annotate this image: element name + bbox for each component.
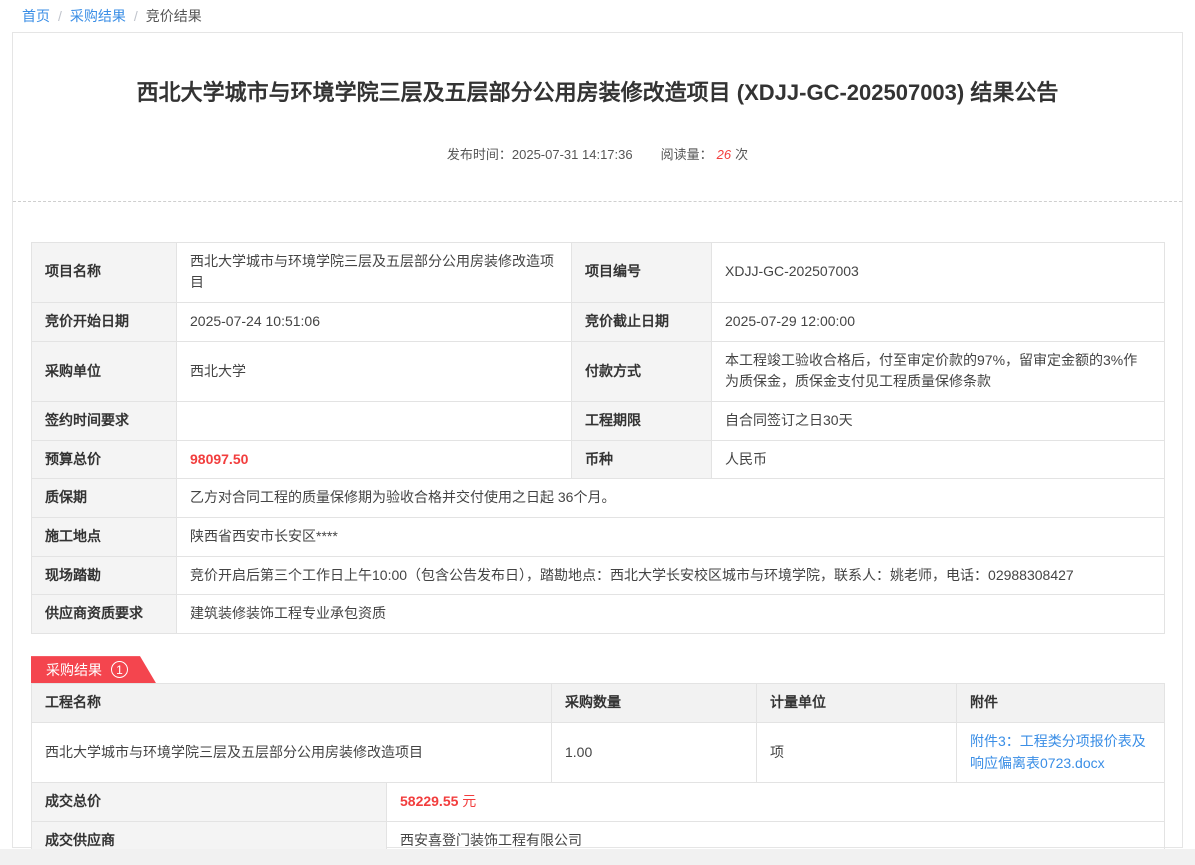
table-row: 签约时间要求 工程期限 自合同签订之日30天 (32, 402, 1165, 441)
header-measure-unit: 计量单位 (757, 684, 957, 723)
views-count: 26 (717, 147, 731, 162)
value-bid-end-date: 2025-07-29 12:00:00 (712, 302, 1165, 341)
budget-total-amount: 98097.50 (190, 451, 248, 467)
value-signing-time-requirement (177, 402, 572, 441)
procurement-result-table: 工程名称 采购数量 计量单位 附件 西北大学城市与环境学院三层及五层部分公用房装… (31, 683, 1165, 783)
value-site-survey: 竞价开启后第三个工作日上午10:00（包含公告发布日），踏勘地点：西北大学长安校… (177, 556, 1165, 595)
label-construction-site: 施工地点 (32, 518, 177, 557)
value-project-number: XDJJ-GC-202507003 (712, 242, 1165, 302)
value-deal-total-price: 58229.55 元 (387, 783, 1165, 822)
label-deal-total-price: 成交总价 (32, 783, 387, 822)
views-unit: 次 (735, 147, 748, 162)
procurement-result-badge: 采购结果 1 (31, 656, 156, 683)
project-info-table: 项目名称 西北大学城市与环境学院三层及五层部分公用房装修改造项目 项目编号 XD… (31, 242, 1165, 635)
label-budget-total: 预算总价 (32, 440, 177, 479)
deal-price-unit: 元 (462, 793, 476, 809)
attachment-download-link[interactable]: 附件3：工程类分项报价表及响应偏离表0723.docx (970, 733, 1146, 771)
table-row: 质保期 乙方对合同工程的质量保修期为验收合格并交付使用之日起 36个月。 (32, 479, 1165, 518)
label-purchasing-unit: 采购单位 (32, 341, 177, 401)
label-signing-time-requirement: 签约时间要求 (32, 402, 177, 441)
table-row: 西北大学城市与环境学院三层及五层部分公用房装修改造项目 1.00 项 附件3：工… (32, 722, 1165, 782)
table-row: 项目名称 西北大学城市与环境学院三层及五层部分公用房装修改造项目 项目编号 XD… (32, 242, 1165, 302)
breadcrumb-procurement-results-link[interactable]: 采购结果 (70, 6, 126, 26)
result-attachment-cell: 附件3：工程类分项报价表及响应偏离表0723.docx (957, 722, 1165, 782)
procurement-result-section-header: 采购结果 1 (31, 656, 1164, 683)
value-warranty-period: 乙方对合同工程的质量保修期为验收合格并交付使用之日起 36个月。 (177, 479, 1165, 518)
value-currency: 人民币 (712, 440, 1165, 479)
value-construction-site: 陕西省西安市长安区**** (177, 518, 1165, 557)
table-header-row: 工程名称 采购数量 计量单位 附件 (32, 684, 1165, 723)
badge-count-circle: 1 (111, 661, 128, 678)
breadcrumb-current-bidding-results: 竞价结果 (146, 6, 202, 26)
dashed-divider (13, 201, 1182, 202)
publish-time-label: 发布时间： (447, 147, 512, 162)
header-purchase-qty: 采购数量 (552, 684, 757, 723)
table-row: 竞价开始日期 2025-07-24 10:51:06 竞价截止日期 2025-0… (32, 302, 1165, 341)
label-project-number: 项目编号 (572, 242, 712, 302)
breadcrumb-home-link[interactable]: 首页 (22, 6, 50, 26)
value-supplier-qualification: 建筑装修装饰工程专业承包资质 (177, 595, 1165, 634)
value-project-duration: 自合同签订之日30天 (712, 402, 1165, 441)
page-bottom-strip (0, 849, 1195, 865)
label-supplier-qualification: 供应商资质要求 (32, 595, 177, 634)
publish-time-value: 2025-07-31 14:17:36 (512, 147, 633, 162)
deal-price-amount: 58229.55 (400, 793, 458, 809)
label-site-survey: 现场踏勘 (32, 556, 177, 595)
table-row: 成交总价 58229.55 元 (32, 783, 1165, 822)
value-project-name: 西北大学城市与环境学院三层及五层部分公用房装修改造项目 (177, 242, 572, 302)
table-row: 施工地点 陕西省西安市长安区**** (32, 518, 1165, 557)
table-row: 采购单位 西北大学 付款方式 本工程竣工验收合格后，付至审定价款的97%，留审定… (32, 341, 1165, 401)
table-row: 预算总价 98097.50 币种 人民币 (32, 440, 1165, 479)
article-meta: 发布时间：2025-07-31 14:17:36 阅读量： 26 次 (13, 144, 1182, 163)
label-bid-end-date: 竞价截止日期 (572, 302, 712, 341)
views-label: 阅读量： (661, 147, 713, 162)
header-attachment: 附件 (957, 684, 1165, 723)
value-budget-total: 98097.50 (177, 440, 572, 479)
table-row: 现场踏勘 竞价开启后第三个工作日上午10:00（包含公告发布日），踏勘地点：西北… (32, 556, 1165, 595)
label-project-duration: 工程期限 (572, 402, 712, 441)
breadcrumb: 首页 / 采购结果 / 竞价结果 (0, 0, 1195, 32)
label-currency: 币种 (572, 440, 712, 479)
badge-label: 采购结果 (46, 660, 102, 680)
value-payment-method: 本工程竣工验收合格后，付至审定价款的97%，留审定金额的3%作为质保金，质保金支… (712, 341, 1165, 401)
label-bid-start-date: 竞价开始日期 (32, 302, 177, 341)
result-measure-unit: 项 (757, 722, 957, 782)
label-payment-method: 付款方式 (572, 341, 712, 401)
badge-count: 1 (116, 664, 123, 676)
label-warranty-period: 质保期 (32, 479, 177, 518)
value-purchasing-unit: 西北大学 (177, 341, 572, 401)
page-title: 西北大学城市与环境学院三层及五层部分公用房装修改造项目 (XDJJ-GC-202… (73, 79, 1122, 108)
breadcrumb-separator: / (58, 8, 62, 24)
breadcrumb-separator: / (134, 8, 138, 24)
table-row: 供应商资质要求 建筑装修装饰工程专业承包资质 (32, 595, 1165, 634)
label-project-name: 项目名称 (32, 242, 177, 302)
value-bid-start-date: 2025-07-24 10:51:06 (177, 302, 572, 341)
result-project-name: 西北大学城市与环境学院三层及五层部分公用房装修改造项目 (32, 722, 552, 782)
result-purchase-qty: 1.00 (552, 722, 757, 782)
header-project-name: 工程名称 (32, 684, 552, 723)
announcement-card: 西北大学城市与环境学院三层及五层部分公用房装修改造项目 (XDJJ-GC-202… (12, 32, 1183, 848)
